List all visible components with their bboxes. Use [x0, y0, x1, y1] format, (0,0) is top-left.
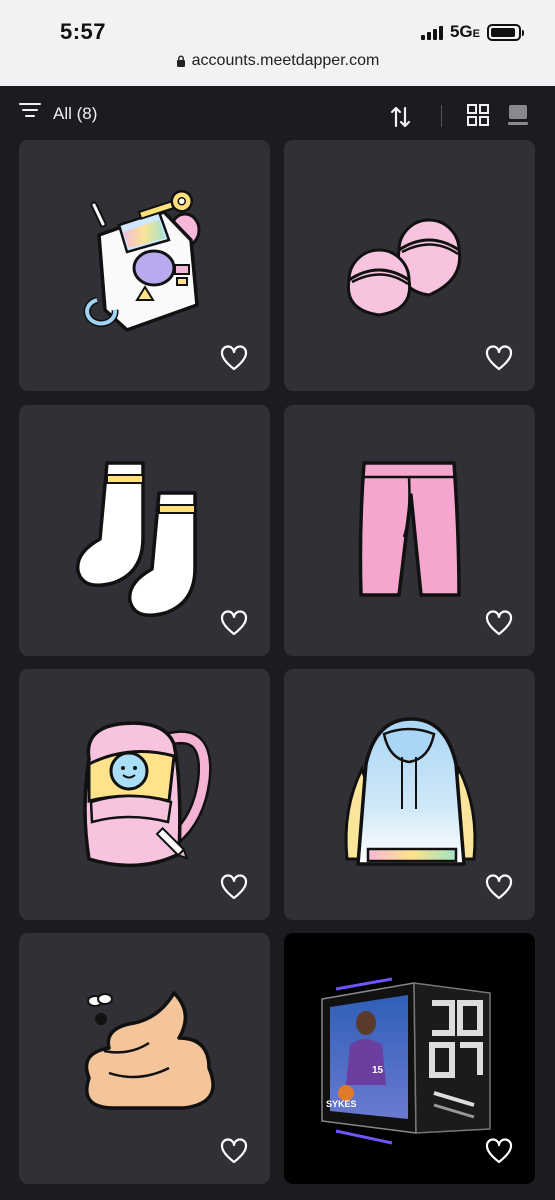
favorite-heart-icon[interactable]: [220, 610, 248, 636]
battery-icon: [487, 23, 524, 41]
player-label: SYKES: [326, 1099, 357, 1109]
collectible-card[interactable]: [19, 669, 270, 920]
collection-toolbar: All (8): [0, 86, 555, 140]
favorite-heart-icon[interactable]: [220, 1138, 248, 1164]
collectible-card[interactable]: [284, 405, 535, 656]
network-indicator: 5GE: [449, 22, 480, 41]
favorite-heart-icon[interactable]: [220, 874, 248, 900]
status-time: 5:57: [60, 19, 107, 44]
favorite-heart-icon[interactable]: [220, 345, 248, 371]
status-indicators: 5GE: [420, 22, 524, 42]
favorite-heart-icon[interactable]: [485, 1138, 513, 1164]
favorite-heart-icon[interactable]: [485, 345, 513, 371]
large-view-icon[interactable]: [507, 104, 529, 126]
collectible-card[interactable]: [284, 669, 535, 920]
ios-status-bar: 5:57 5GE accounts.meetdapper.com: [0, 0, 555, 86]
grid-view-icon[interactable]: [467, 104, 489, 126]
cell-signal-icon: [420, 24, 443, 40]
lock-icon: [176, 55, 185, 67]
favorite-heart-icon[interactable]: [485, 874, 513, 900]
collectible-card[interactable]: [284, 140, 535, 391]
favorite-heart-icon[interactable]: [485, 610, 513, 636]
collectible-card[interactable]: 15 SYKES: [284, 933, 535, 1184]
filter-label[interactable]: All (8): [53, 104, 97, 124]
collectible-card[interactable]: [19, 140, 270, 391]
sort-icon[interactable]: [389, 105, 413, 129]
toolbar-divider: [441, 105, 442, 127]
url-text: accounts.meetdapper.com: [191, 52, 380, 69]
filter-icon[interactable]: [19, 102, 41, 118]
address-bar[interactable]: accounts.meetdapper.com: [0, 52, 555, 70]
collectible-card[interactable]: [19, 933, 270, 1184]
svg-text:15: 15: [372, 1065, 384, 1076]
collectible-card[interactable]: [19, 405, 270, 656]
